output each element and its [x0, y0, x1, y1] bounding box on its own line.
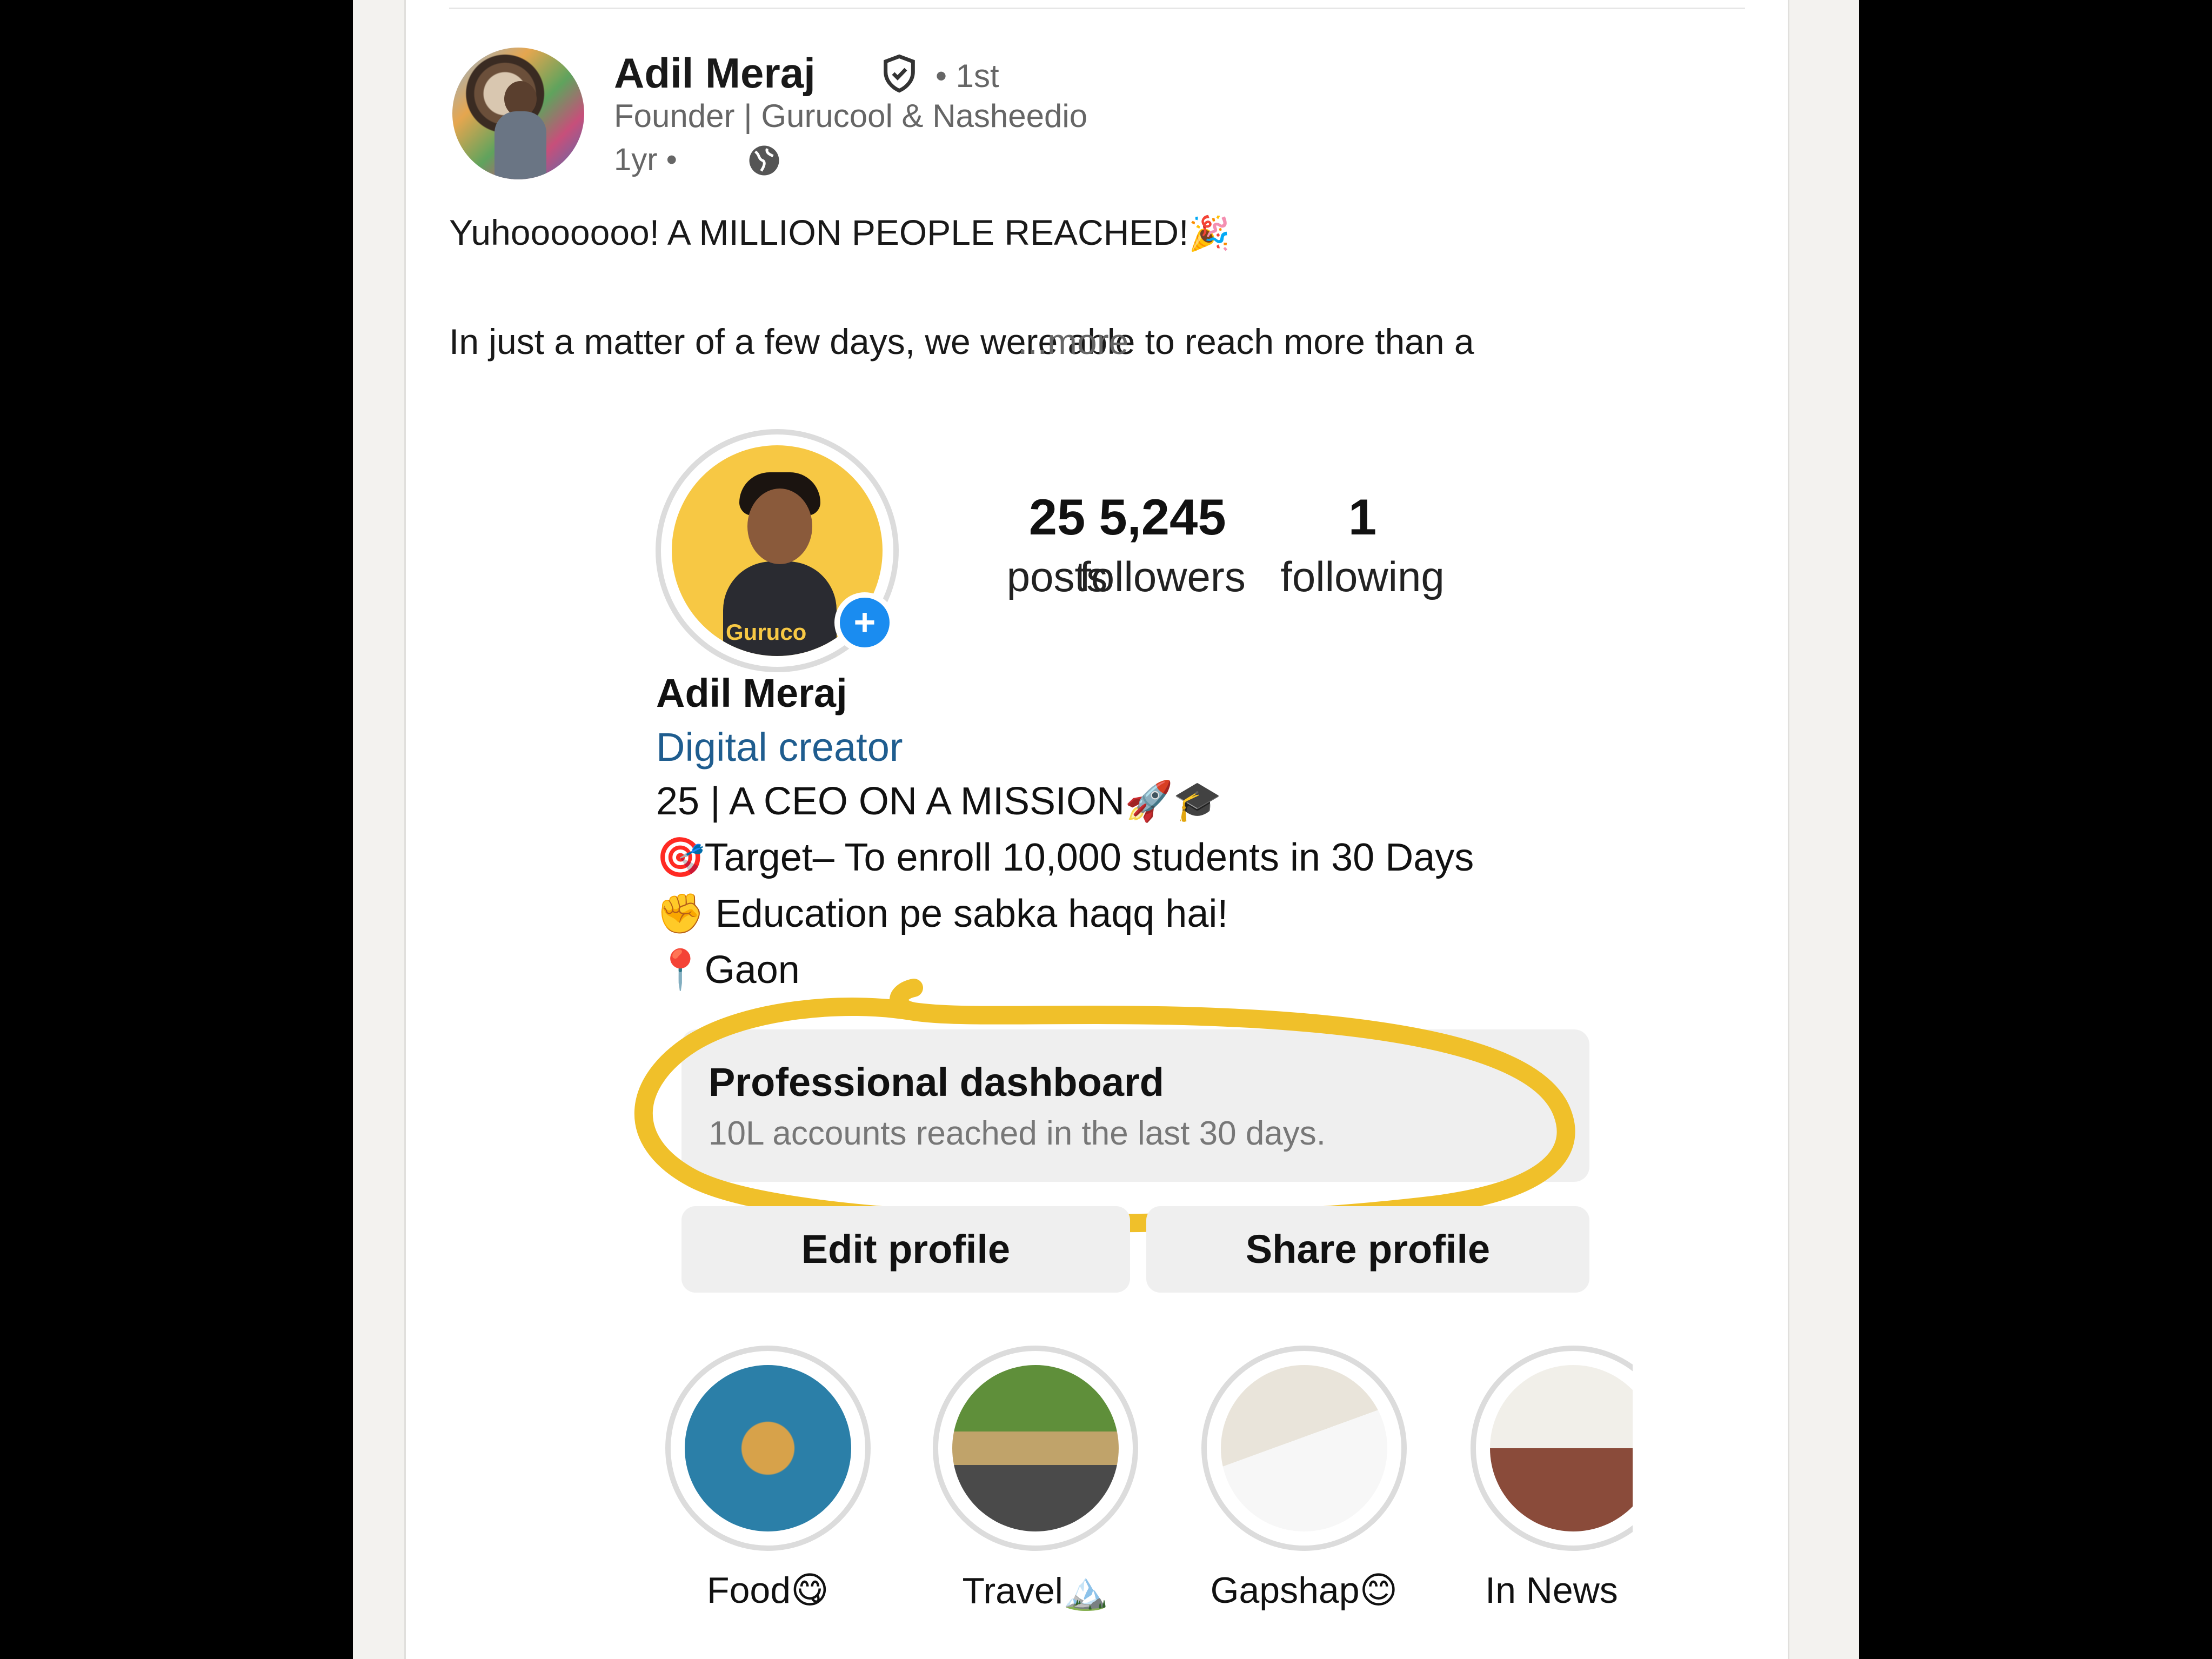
divider [449, 8, 1745, 9]
highlight-gapshap: Gapshap😊 [1201, 1346, 1407, 1612]
highlight-thumbnail [685, 1365, 851, 1531]
stat-label: following [1280, 553, 1445, 600]
bio-line: 🎯Target– To enroll 10,000 students in 30… [656, 836, 1474, 879]
highlight-thumbnail [1490, 1365, 1633, 1531]
bio-line: 25 | A CEO ON A MISSION🚀🎓 [656, 780, 1222, 823]
author-headline: Founder | Gurucool & Nasheedio [614, 98, 1088, 134]
highlight-thumbnail [952, 1365, 1119, 1531]
professional-dashboard-panel [681, 1029, 1589, 1182]
globe-icon [749, 145, 779, 176]
post-text-line2: In just a matter of a few days, we were … [449, 322, 1474, 362]
verified-icon [884, 54, 915, 93]
post-text: Yuhooooooo! A MILLION PEOPLE REACHED! [449, 212, 1189, 252]
stat-value: 1 [1348, 489, 1377, 545]
post-text-line1: Yuhooooooo! A MILLION PEOPLE REACHED!🎉 [449, 212, 1231, 253]
share-profile-button: Share profile [1146, 1206, 1589, 1293]
highlight-label: Gapshap😊 [1210, 1570, 1398, 1611]
post-card: Adil Meraj • 1st Founder | Gurucool & Na… [404, 0, 1789, 1659]
add-story-icon: + [834, 592, 895, 653]
bio-line: ✊ Education pe sabka haqq hai! [656, 892, 1228, 935]
feed-background: Adil Meraj • 1st Founder | Gurucool & Na… [353, 0, 1859, 1659]
highlight-thumbnail [1221, 1365, 1387, 1531]
stat-following: 1 following [1238, 492, 1487, 598]
party-popper-icon: 🎉 [1188, 215, 1231, 252]
author-name[interactable]: Adil Meraj [614, 49, 816, 98]
author-avatar[interactable] [452, 48, 584, 179]
highlight-label: Food😋 [707, 1570, 829, 1611]
connection-degree: • 1st [935, 58, 999, 94]
highlight-label: In News [1485, 1570, 1618, 1611]
profile-name: Adil Meraj [656, 671, 847, 715]
post-time: 1yr • [614, 142, 677, 177]
dashboard-subtitle: 10L accounts reached in the last 30 days… [709, 1115, 1326, 1152]
highlight-in-news: In News [1471, 1346, 1633, 1611]
highlight-food: Food😋 [665, 1346, 871, 1612]
bio-line: 📍Gaon [656, 948, 800, 992]
avatar-brand-text: Guruco [726, 619, 807, 645]
highlight-label: Travel🏔️ [962, 1570, 1109, 1611]
profile-category: Digital creator [656, 725, 903, 770]
post-image[interactable]: Guruco + 25 posts 5,245 followers 1 foll… [611, 422, 1633, 1659]
dashboard-title: Professional dashboard [709, 1060, 1164, 1105]
edit-profile-button: Edit profile [681, 1206, 1130, 1293]
highlight-travel: Travel🏔️ [933, 1346, 1138, 1613]
see-more-link[interactable]: ...more [1018, 321, 1128, 362]
